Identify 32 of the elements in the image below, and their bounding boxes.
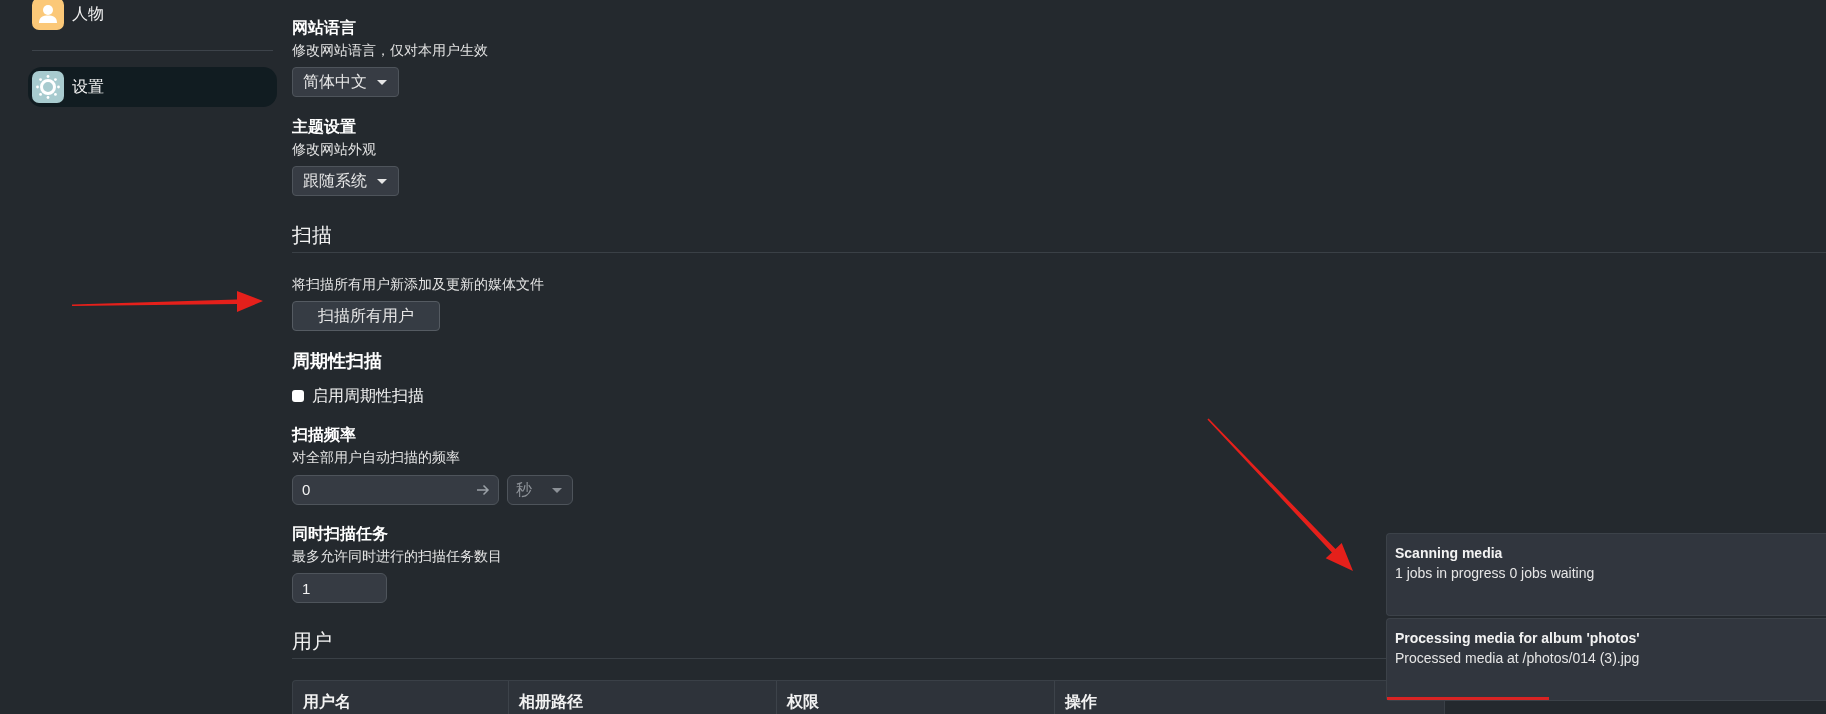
notification-message: Processed media at /photos/014 (3).jpg bbox=[1395, 649, 1641, 668]
checkbox[interactable] bbox=[292, 390, 304, 402]
setting-description: 对全部用户自动扫描的频率 bbox=[292, 448, 460, 467]
checkbox-label[interactable]: 启用周期性扫描 bbox=[312, 385, 424, 407]
subsection-heading: 周期性扫描 bbox=[292, 350, 382, 373]
column-header: 用户名 bbox=[302, 692, 352, 712]
caret-icon bbox=[552, 487, 562, 493]
sidebar-item[interactable]: 人物 bbox=[28, 0, 277, 34]
setting-title: 扫描频率 bbox=[292, 425, 356, 445]
arrow-icon[interactable] bbox=[476, 484, 490, 496]
notification-title: Processing media for album 'photos' bbox=[1395, 629, 1641, 648]
section-description: 将扫描所有用户新添加及更新的媒体文件 bbox=[292, 275, 544, 294]
setting-description: 最多允许同时进行的扫描任务数目 bbox=[292, 547, 502, 566]
column-header: 权限 bbox=[776, 681, 1054, 714]
select-dropdown[interactable]: 跟随系统 bbox=[292, 166, 399, 196]
caret-icon bbox=[377, 178, 387, 184]
section-heading: 扫描 bbox=[292, 223, 332, 248]
setting-title: 网站语言 bbox=[292, 18, 356, 38]
setting-description: 修改网站语言，仅对本用户生效 bbox=[292, 41, 488, 60]
interval-input[interactable]: 0 bbox=[292, 475, 499, 505]
notification-title: Scanning media bbox=[1395, 544, 1504, 563]
sidebar-item[interactable]: 设置 bbox=[28, 67, 277, 107]
setting-description: 修改网站外观 bbox=[292, 140, 376, 159]
column-header: 相册路径 bbox=[508, 681, 776, 714]
notification-message: 1 jobs in progress 0 jobs waiting bbox=[1395, 564, 1596, 583]
scan-button[interactable]: 扫描所有用户 bbox=[292, 301, 440, 331]
setting-title: 主题设置 bbox=[292, 117, 356, 137]
select-dropdown[interactable]: 简体中文 bbox=[292, 67, 399, 97]
number-input[interactable]: 1 bbox=[292, 573, 387, 603]
caret-icon bbox=[377, 79, 387, 85]
setting-title: 同时扫描任务 bbox=[292, 524, 388, 544]
section-heading: 用户 bbox=[292, 629, 332, 654]
